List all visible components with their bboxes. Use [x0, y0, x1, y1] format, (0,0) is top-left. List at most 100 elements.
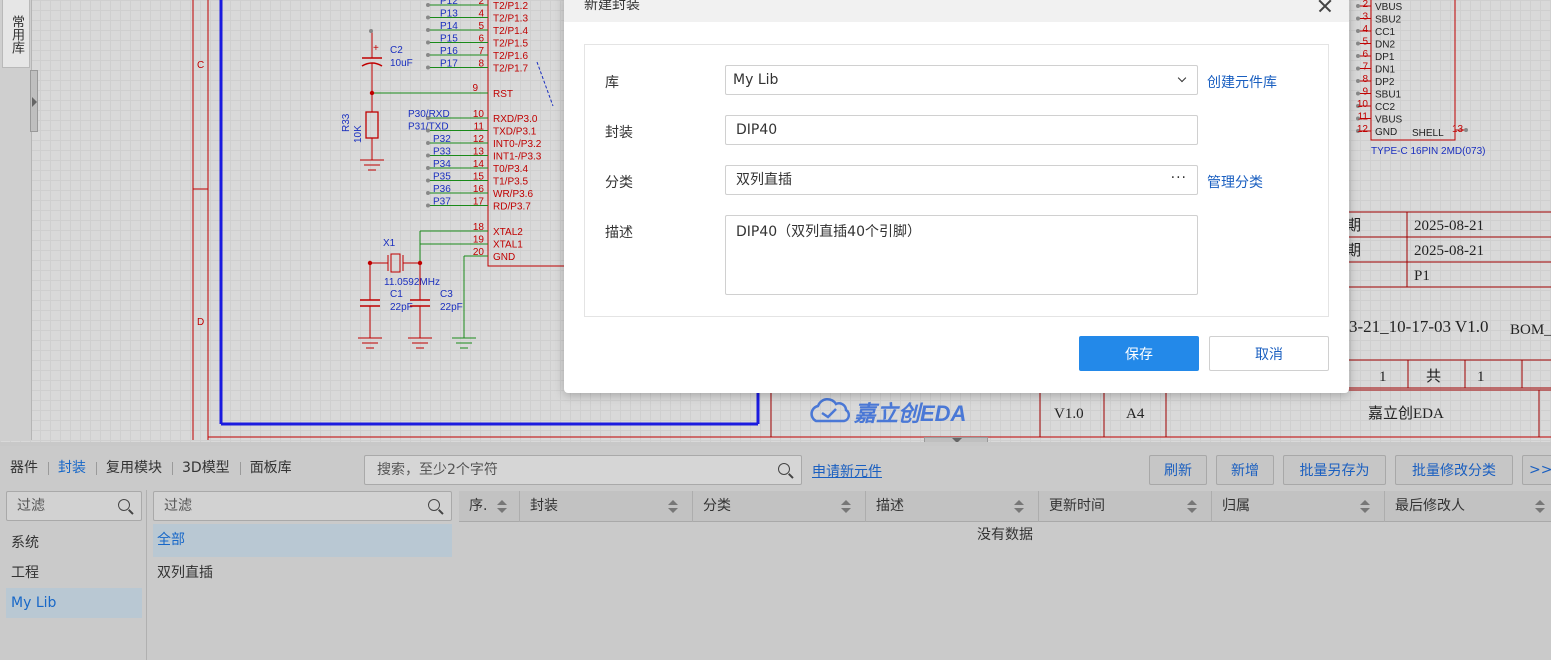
capacitor-c2[interactable]: + C2 10uF: [361, 29, 413, 93]
tab-footprint[interactable]: 封装: [48, 454, 96, 482]
net-label: P30/RXD: [408, 109, 450, 120]
pin-name: DP1: [1375, 52, 1395, 63]
common-library-tab[interactable]: 常用库: [2, 0, 30, 68]
library-label: 库: [605, 75, 619, 91]
pin-name: T1/P3.5: [493, 177, 528, 188]
svg-text:C1: C1: [390, 289, 403, 300]
category-select[interactable]: 双列直插 ···: [725, 165, 1198, 195]
mcu-pins-p1: P12 2 T2/P1.2 P13 4 T2/P1.3 P14 5 T2/P1.4 P15 6 T2/…: [426, 0, 528, 75]
column-header-footprint[interactable]: 封装: [520, 491, 693, 522]
sort-icon[interactable]: [1535, 500, 1545, 514]
category-list: 全部 双列直插: [153, 524, 452, 590]
pin-name: T2/P1.5: [493, 39, 528, 50]
sort-icon[interactable]: [497, 500, 507, 514]
manage-category-link[interactable]: 管理分类: [1207, 172, 1263, 192]
search-icon[interactable]: [778, 463, 790, 475]
search-icon[interactable]: [428, 499, 440, 511]
pin-number: 7: [478, 46, 484, 57]
column-header-category[interactable]: 分类: [693, 491, 866, 522]
bottom-panel-collapse-handle[interactable]: [924, 437, 988, 442]
dialog-title: 新建封装: [584, 0, 640, 13]
sort-icon[interactable]: [1014, 500, 1024, 514]
refresh-button[interactable]: 刷新: [1149, 455, 1207, 485]
column-header-owner[interactable]: 归属: [1212, 491, 1385, 522]
pin-number: 6: [1362, 49, 1368, 60]
sort-icon[interactable]: [1187, 500, 1197, 514]
library-item-project[interactable]: 工程: [6, 558, 142, 588]
search-icon[interactable]: [118, 499, 130, 511]
library-tabs: 器件 封装 复用模块 3D模型 面板库: [0, 454, 302, 482]
pin-number: 15: [473, 172, 485, 183]
library-filter-box: [6, 491, 142, 521]
batch-save-as-button[interactable]: 批量另存为: [1283, 455, 1386, 485]
svg-text:V1.0: V1.0: [1054, 406, 1084, 422]
add-button[interactable]: 新增: [1216, 455, 1274, 485]
library-item-system[interactable]: 系统: [6, 528, 142, 558]
typec-connector-pins: 2 VBUS 3 SBU2 4 CC1 5 DN2 6 DP1 7 DN1 8 DP2 9 SBU1 10 CC2…: [1356, 0, 1403, 138]
pin-name: DN1: [1375, 65, 1395, 76]
category-item-all[interactable]: 全部: [153, 524, 452, 557]
tab-3d-model[interactable]: 3D模型: [172, 454, 240, 482]
svg-text:9: 9: [472, 83, 478, 94]
left-panel-expand-handle[interactable]: [30, 70, 38, 132]
tab-reuse-block[interactable]: 复用模块: [96, 454, 172, 482]
cancel-button[interactable]: 取消: [1209, 336, 1329, 371]
library-select[interactable]: My Lib: [725, 65, 1198, 95]
library-search-input[interactable]: [365, 456, 801, 484]
pin-name: SBU2: [1375, 15, 1402, 26]
description-label: 描述: [605, 225, 633, 241]
pin-number: 7: [1362, 62, 1368, 73]
column-header-last-modifier[interactable]: 最后修改人: [1385, 491, 1551, 522]
more-button[interactable]: >>: [1522, 455, 1551, 485]
pin-name: GND: [493, 252, 515, 263]
svg-text:RST: RST: [493, 89, 513, 100]
footprint-name-input[interactable]: DIP40: [725, 115, 1198, 145]
pin-number: 13: [473, 147, 485, 158]
category-item-dip[interactable]: 双列直插: [153, 557, 452, 590]
pin-number: 2: [1362, 0, 1368, 10]
library-panel: 器件 封装 复用模块 3D模型 面板库 申请新元件 刷新 新增 批量另存为 批量…: [0, 446, 1551, 660]
dialog-header[interactable]: 新建封装: [564, 0, 1349, 22]
ellipsis-icon[interactable]: ···: [1171, 166, 1187, 190]
pin-number: 5: [478, 21, 484, 32]
category-filter-input[interactable]: [154, 492, 451, 520]
pin-number: 16: [473, 184, 485, 195]
column-header-description[interactable]: 描述: [866, 491, 1039, 522]
pin-name: CC2: [1375, 102, 1395, 113]
close-icon[interactable]: [1314, 0, 1336, 17]
library-list: 系统 工程 My Lib: [6, 528, 142, 618]
sort-icon[interactable]: [668, 500, 678, 514]
library-search-box: [364, 455, 802, 485]
pin-name: VBUS: [1375, 115, 1403, 126]
pin-number: 12: [473, 134, 485, 145]
description-textarea[interactable]: DIP40（双列直插40个引脚）: [725, 215, 1198, 295]
crystal-x1[interactable]: X1 11.0592MHz C1 22pF C3 22pF: [358, 230, 488, 349]
batch-edit-category-button[interactable]: 批量修改分类: [1395, 455, 1513, 485]
save-button[interactable]: 保存: [1079, 336, 1199, 371]
column-header-index[interactable]: 序.: [459, 491, 520, 522]
footprint-label: 封装: [605, 125, 633, 141]
resistor-r33[interactable]: R33 10K: [341, 93, 384, 171]
net-label: P32: [433, 134, 451, 145]
svg-text:10K: 10K: [353, 125, 364, 143]
sort-icon[interactable]: [1360, 500, 1370, 514]
tab-panel-library[interactable]: 面板库: [239, 454, 302, 482]
pin-name: T0/P3.4: [493, 164, 528, 175]
create-library-link[interactable]: 创建元件库: [1207, 72, 1277, 92]
category-label: 分类: [605, 175, 633, 191]
net-label: P34: [433, 159, 451, 170]
tab-device[interactable]: 器件: [0, 454, 48, 482]
svg-text:3-21_10-17-03 V1.0: 3-21_10-17-03 V1.0: [1349, 317, 1488, 336]
mcu-pins-p3: P30/RXD 10 RXD/P3.0 P31/TXD 11 TXD/P3.1 P32 12 I…: [408, 109, 542, 213]
sort-icon[interactable]: [841, 500, 851, 514]
pin-number: 10: [1357, 99, 1369, 110]
column-header-updated[interactable]: 更新时间: [1039, 491, 1212, 522]
library-item-my-lib[interactable]: My Lib: [6, 588, 142, 618]
pin-name: T2/P1.4: [493, 26, 528, 37]
pin-number: 5: [1362, 37, 1368, 48]
apply-new-component-link[interactable]: 申请新元件: [812, 461, 882, 481]
svg-text:P1: P1: [1414, 268, 1430, 284]
svg-text:BOM_: BOM_: [1510, 322, 1551, 338]
new-footprint-dialog: 新建封装 库 My Lib 创建元件库 封装 DIP40 分类 双列直插 ···…: [564, 0, 1349, 393]
column-divider[interactable]: [146, 490, 147, 660]
